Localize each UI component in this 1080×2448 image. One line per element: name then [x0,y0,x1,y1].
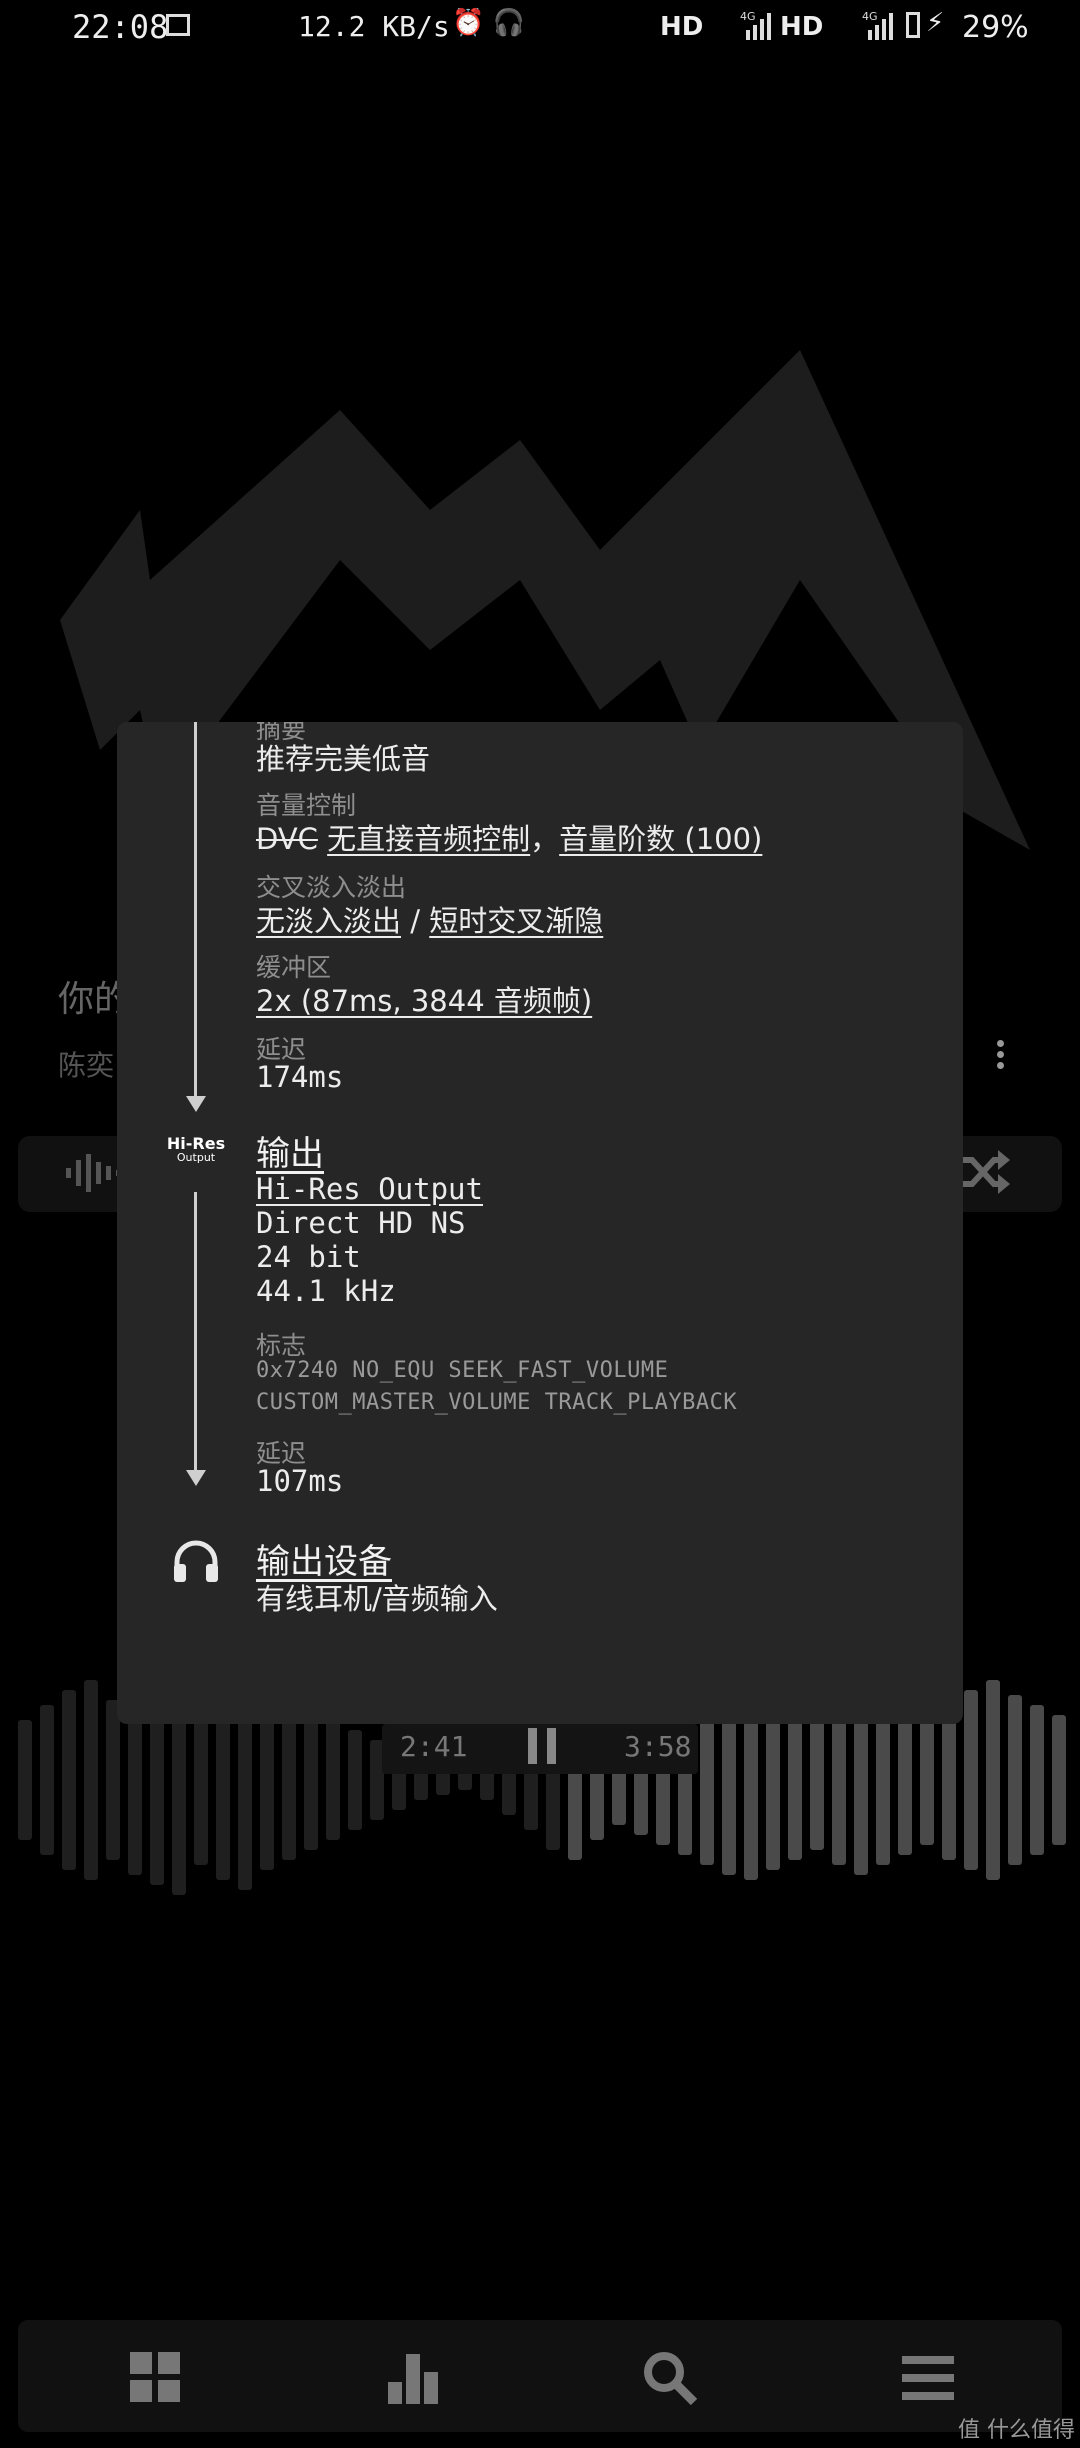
volume-separator: ， [530,822,560,856]
latency-value-2: 107ms [256,1464,344,1498]
visualizer-bar [282,1700,296,1860]
headphones-icon [174,1540,218,1582]
watermark: 值 什么值得买 [958,2418,1075,2443]
volume-control-value: DVC 无直接音频控制，音量阶数 (100) [256,816,762,858]
hd-label-2: HD [780,12,824,42]
flow-line-top [194,722,197,1098]
bottom-navigation [18,2320,1062,2432]
buffer-value[interactable]: 2x (87ms, 3844 音频帧) [256,978,592,1020]
visualizer-bar [84,1680,98,1880]
clock: 22:08 [72,8,169,46]
signal-icon-2: 4G [862,10,893,40]
hi-res-logo-line2: Output [176,1151,216,1164]
flags-line-2: CUSTOM_MASTER_VOLUME TRACK_PLAYBACK [256,1390,738,1415]
pause-icon[interactable] [528,1728,556,1764]
output-sample-rate: 44.1 kHz [256,1274,396,1308]
visualizer-bar [18,1720,32,1840]
flow-arrow-down-icon [186,1096,206,1112]
track-artist[interactable]: 陈奕 [58,1044,114,1084]
battery-percent: 29% [962,10,1029,45]
output-name[interactable]: Hi-Res Output [256,1172,483,1206]
visualizer-bar [898,1705,912,1855]
output-heading[interactable]: 输出 [256,1126,324,1175]
dvc-link[interactable]: DVC [256,822,318,856]
output-bit-depth: 24 bit [256,1240,361,1274]
visualizer-bar [986,1680,1000,1880]
flow-line-bottom [194,1192,197,1472]
search-icon[interactable] [640,2348,700,2408]
visualizer-bar [1052,1715,1066,1845]
charging-icon: ⚡ [926,8,945,38]
net-label-1: 4G [740,10,756,23]
crossfade-separator: / [401,904,430,938]
shuffle-icon[interactable] [958,1148,1010,1196]
latency-value-1: 174ms [256,1060,344,1094]
visualizer-bar [964,1690,978,1870]
short-crossfade-link[interactable]: 短时交叉渐隐 [429,904,603,938]
visualizer-bar [348,1730,362,1830]
chart-icon[interactable] [384,2348,444,2408]
grid-icon[interactable] [126,2348,186,2408]
image-notification-icon [166,14,190,36]
menu-icon[interactable] [898,2348,958,2408]
visualizer-bar [810,1710,824,1850]
signal-icon-1: 4G [740,10,771,40]
output-mode: Direct HD NS [256,1206,466,1240]
network-speed: 12.2 KB/s [298,10,450,43]
visualizer-bar [942,1700,956,1860]
visualizer-bar [40,1705,54,1855]
flow-arrow-down-icon-2 [186,1470,206,1486]
preset-value[interactable]: 推荐完美低音 [256,736,430,778]
current-time: 2:41 [400,1730,468,1763]
waveform-icon[interactable] [64,1150,124,1196]
visualizer-bar [788,1700,802,1860]
visualizer-bar [1030,1705,1044,1855]
volume-steps-link[interactable]: 音量阶数 (100) [559,822,762,856]
visualizer-bar [326,1720,340,1840]
output-device-value: 有线耳机/音频输入 [256,1582,498,1616]
flags-line-1: 0x7240 NO_EQU SEEK_FAST_VOLUME [256,1358,669,1383]
visualizer-bar [920,1715,934,1845]
volume-direct-link[interactable]: 无直接音频控制 [327,822,530,856]
audio-path-dialog[interactable]: 摘要 推荐完美低音 音量控制 DVC 无直接音频控制，音量阶数 (100) 交叉… [117,722,963,1724]
no-fade-link[interactable]: 无淡入淡出 [256,904,401,938]
flags-label: 标志 [256,1331,307,1360]
status-bar: 22:08 12.2 KB/s ⏰ 🎧 HD 4G HD 4G ⚡ 29% [0,0,1080,60]
visualizer-bar [62,1690,76,1870]
more-options-icon[interactable] [990,1036,1010,1076]
net-label-2: 4G [862,10,878,23]
total-time: 3:58 [624,1730,692,1763]
screen: 22:08 12.2 KB/s ⏰ 🎧 HD 4G HD 4G ⚡ 29% 你的… [0,0,1080,2448]
alarm-headphone-icons: ⏰ 🎧 [452,8,526,38]
battery-icon [906,12,920,38]
crossfade-value: 无淡入淡出 / 短时交叉渐隐 [256,898,603,940]
visualizer-bar [304,1710,318,1850]
hi-res-logo-line1: Hi-Res [166,1134,226,1153]
hd-label-1: HD [660,12,704,42]
visualizer-bar [106,1700,120,1860]
visualizer-bar [1008,1695,1022,1865]
hi-res-logo-icon: Hi-Res Output [165,1134,227,1164]
